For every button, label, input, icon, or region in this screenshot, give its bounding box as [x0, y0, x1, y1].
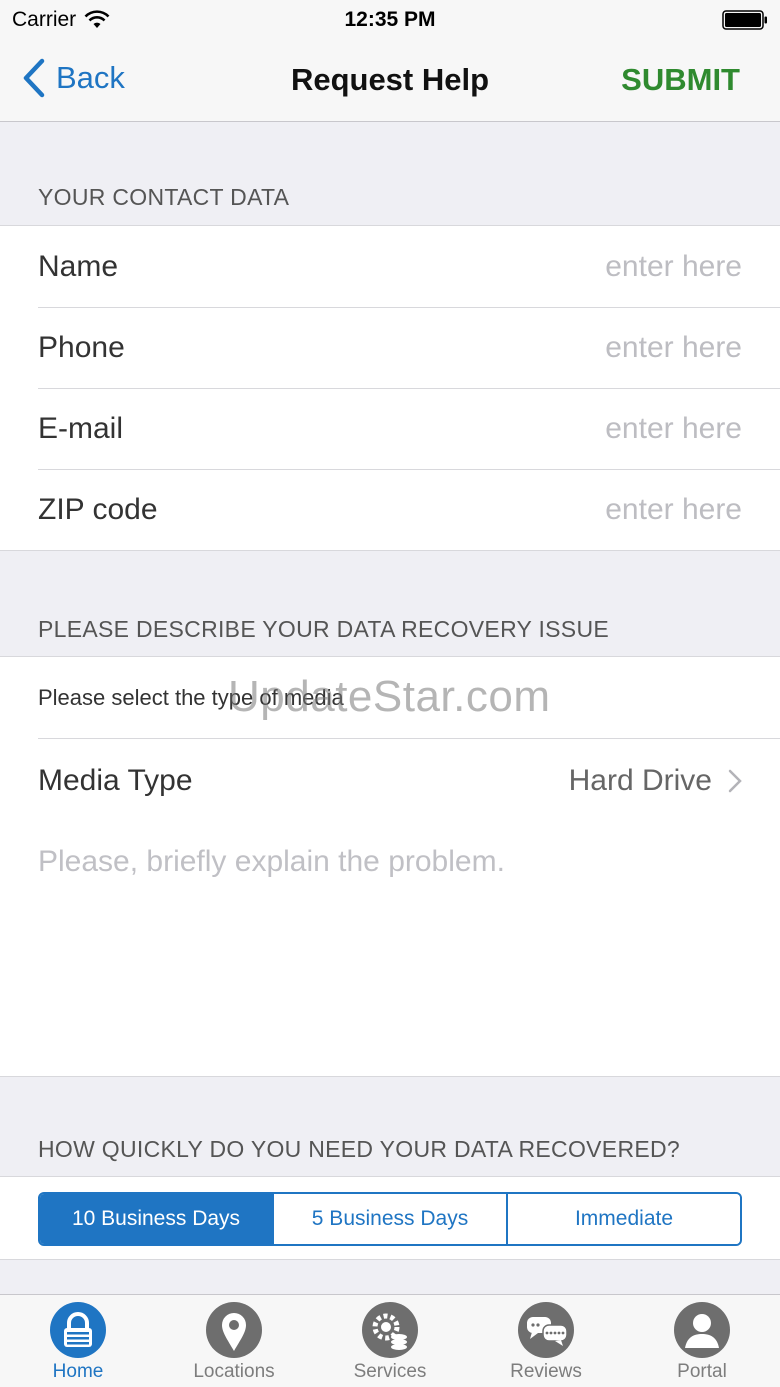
battery-icon — [722, 10, 767, 30]
zip-label: ZIP code — [38, 492, 158, 526]
media-hint-label: Please select the type of media — [38, 684, 344, 710]
tab-portal-label: Portal — [677, 1361, 727, 1382]
chat-bubbles-icon — [518, 1302, 574, 1358]
tab-home-label: Home — [52, 1361, 104, 1382]
tab-locations[interactable]: Locations — [156, 1295, 312, 1387]
media-type-value: Hard Drive — [568, 763, 712, 797]
segment-immediate[interactable]: Immediate — [506, 1194, 740, 1244]
submit-button[interactable]: SUBMIT — [621, 62, 740, 98]
phone-input[interactable] — [442, 330, 742, 365]
problem-textarea[interactable] — [0, 823, 780, 1071]
lock-icon — [50, 1302, 106, 1358]
tab-services[interactable]: Services — [312, 1295, 468, 1387]
map-pin-icon — [206, 1302, 262, 1358]
zip-row: ZIP code — [0, 469, 780, 550]
issue-group: Please select the type of media Media Ty… — [0, 656, 780, 1077]
problem-wrap — [0, 823, 780, 1076]
media-hint-row: Please select the type of media — [0, 657, 780, 738]
media-type-row[interactable]: Media Type Hard Drive — [0, 738, 780, 823]
issue-section-header: PLEASE DESCRIBE YOUR DATA RECOVERY ISSUE — [38, 616, 609, 642]
segment-5-business-days[interactable]: 5 Business Days — [272, 1194, 506, 1244]
tab-locations-label: Locations — [193, 1361, 275, 1382]
zip-input[interactable] — [442, 492, 742, 527]
phone-label: Phone — [38, 330, 125, 364]
segment-10-business-days[interactable]: 10 Business Days — [40, 1194, 272, 1244]
tab-portal[interactable]: Portal — [624, 1295, 780, 1387]
name-row: Name — [0, 226, 780, 307]
media-type-selector[interactable]: Hard Drive — [569, 764, 742, 798]
tab-bar: Home Locations Services Reviews Portal — [0, 1294, 780, 1387]
email-row: E-mail — [0, 388, 780, 469]
email-label: E-mail — [38, 411, 124, 445]
navigation-bar: Back Request Help SUBMIT — [0, 40, 780, 122]
tab-reviews[interactable]: Reviews — [468, 1295, 624, 1387]
tab-services-label: Services — [353, 1361, 427, 1382]
clock: 12:35 PM — [344, 8, 436, 31]
user-icon — [674, 1302, 730, 1358]
tab-reviews-label: Reviews — [510, 1361, 582, 1382]
speed-section-header: HOW QUICKLY DO YOU NEED YOUR DATA RECOVE… — [38, 1136, 680, 1162]
chevron-right-icon — [728, 769, 742, 792]
contact-group: Name Phone E-mail ZIP code — [0, 225, 780, 551]
tab-home[interactable]: Home — [0, 1295, 156, 1387]
status-bar: Carrier 12:35 PM — [0, 0, 780, 40]
media-type-label: Media Type — [38, 763, 193, 797]
email-input[interactable] — [442, 411, 742, 446]
contact-section-header: YOUR CONTACT DATA — [38, 184, 290, 210]
gear-stack-icon — [362, 1302, 418, 1358]
name-input[interactable] — [442, 249, 742, 284]
recovery-speed-segmented-control[interactable]: 10 Business Days 5 Business Days Immedia… — [38, 1192, 742, 1246]
phone-row: Phone — [0, 307, 780, 388]
name-label: Name — [38, 249, 119, 283]
